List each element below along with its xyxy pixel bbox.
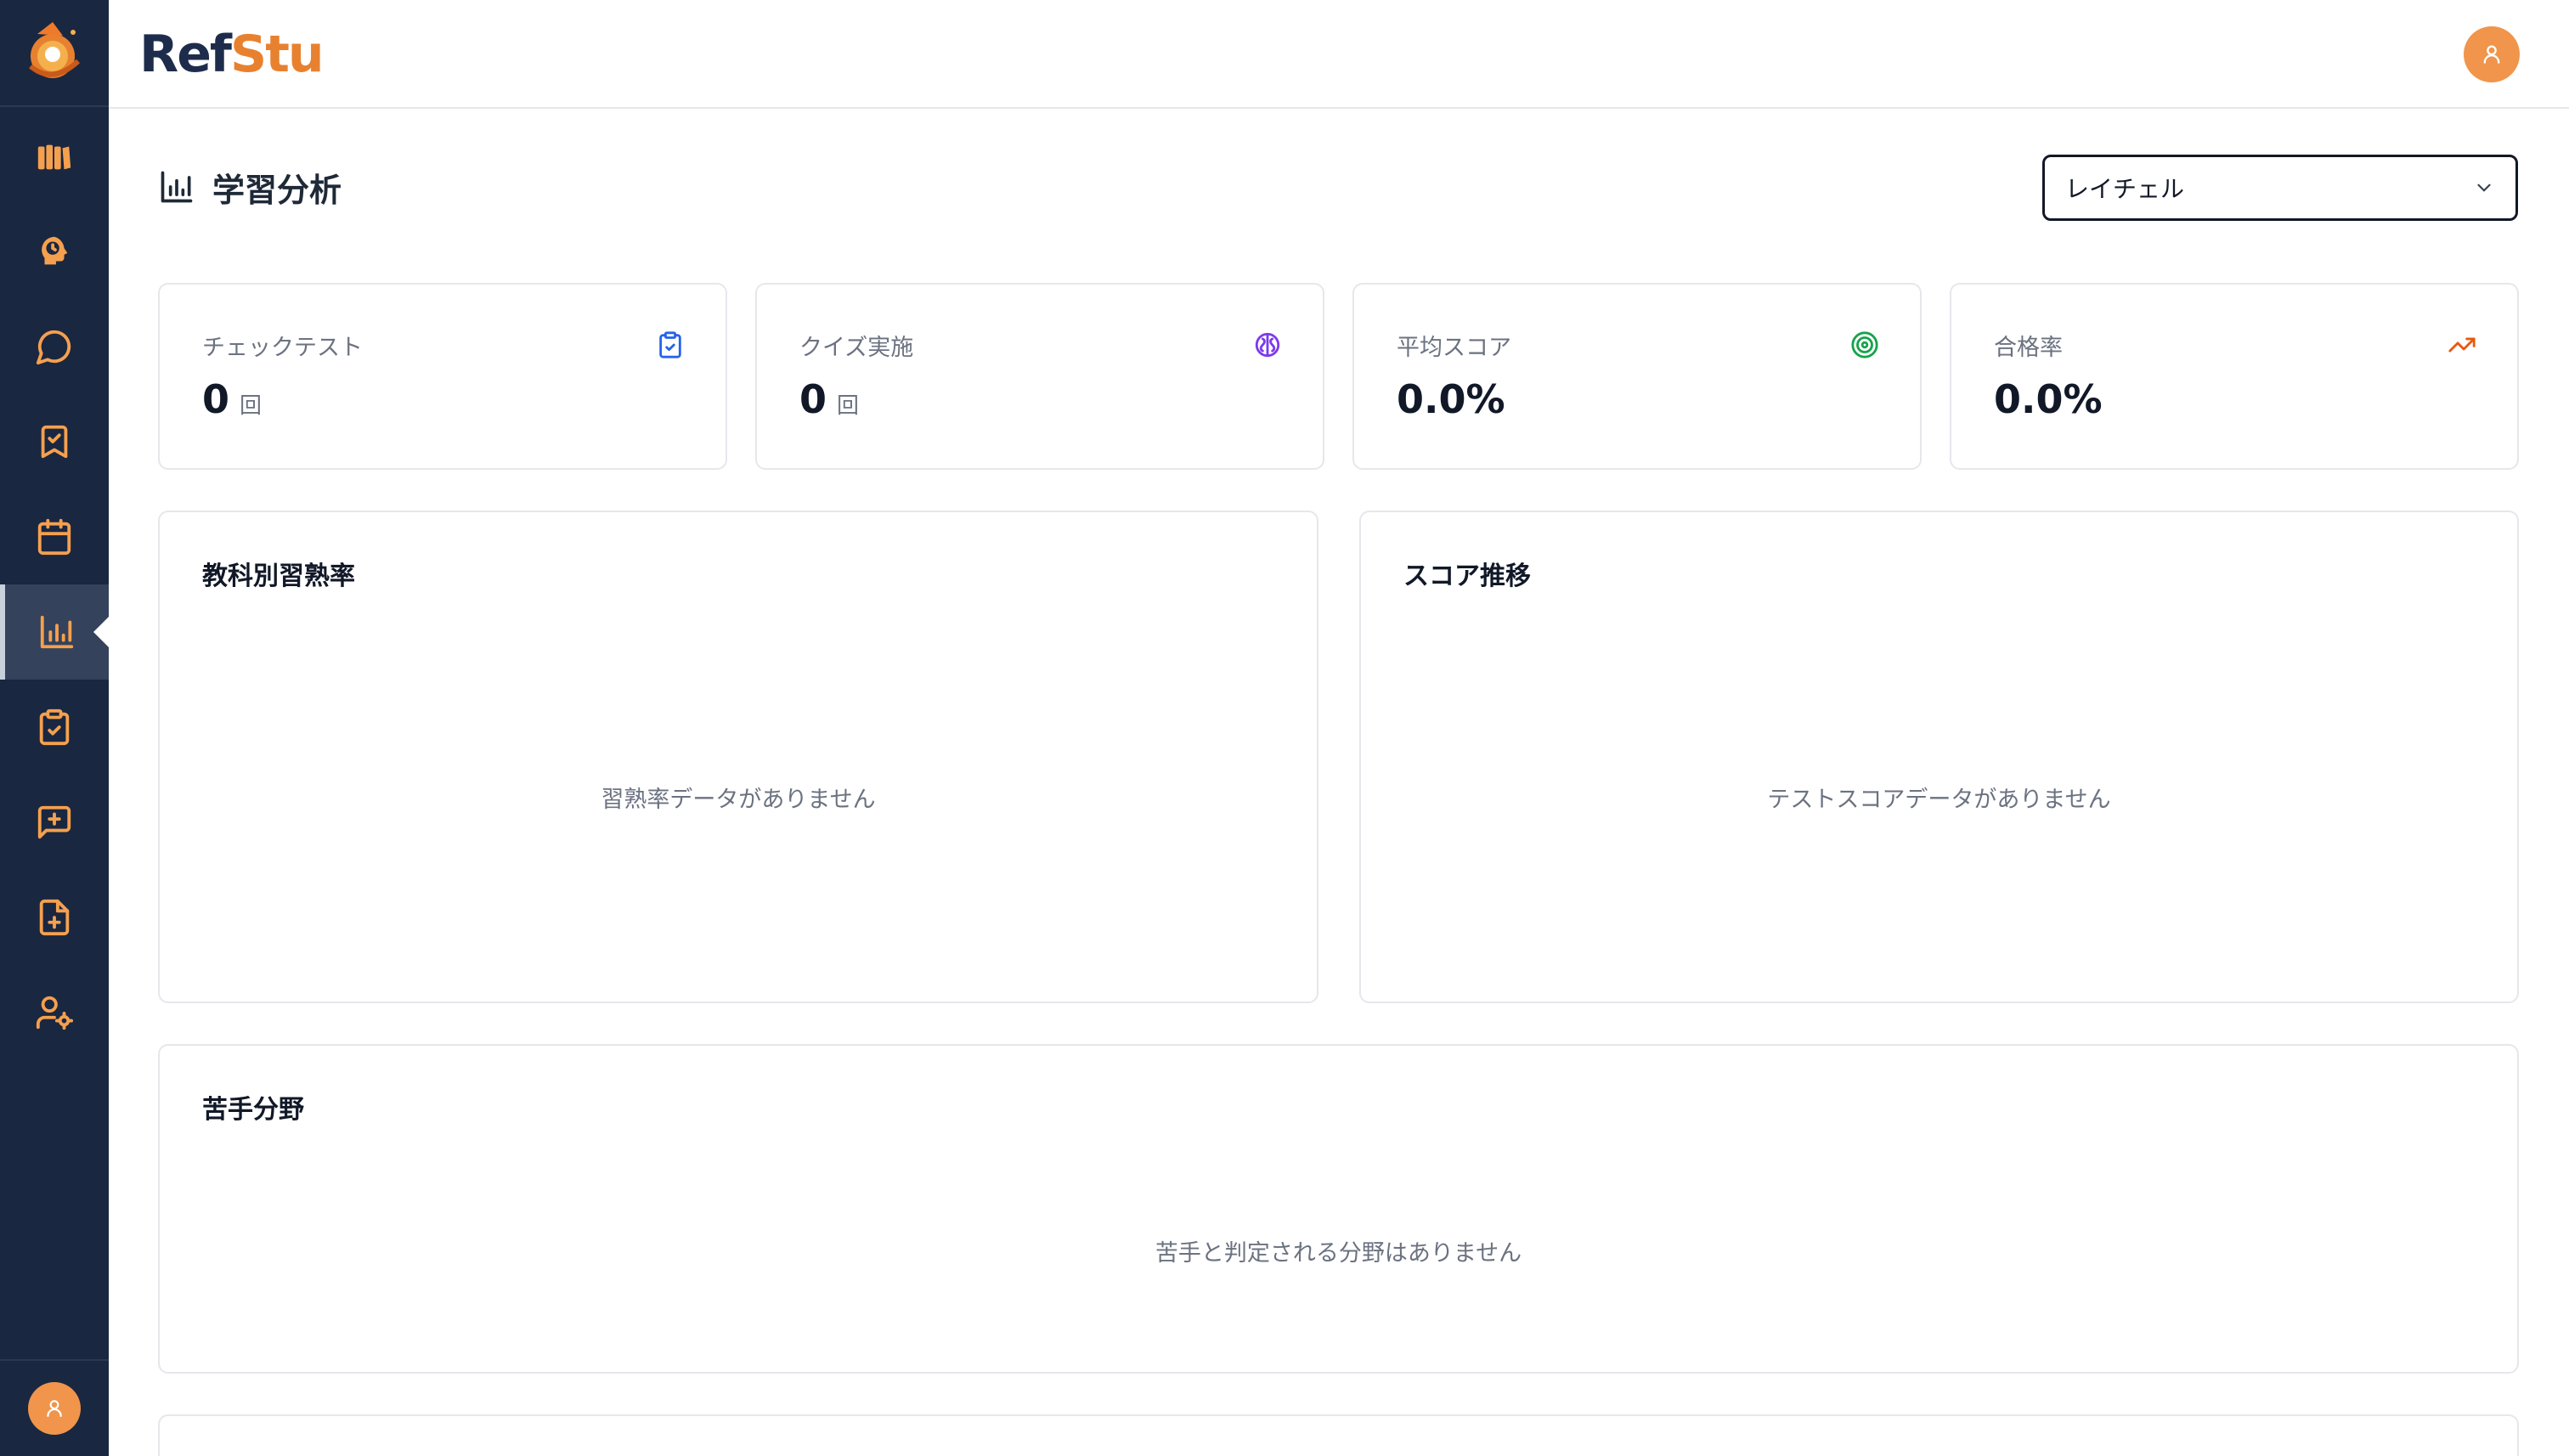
panel-title: 苦手分野 [202, 1095, 304, 1125]
student-select[interactable]: レイチェル [2042, 155, 2518, 221]
weak-areas-panel: 苦手分野 苦手と判定される分野はありません [158, 1044, 2519, 1374]
bar-chart-icon [161, 171, 193, 203]
empty-message: 習熟率データがありません [601, 787, 876, 813]
app-logo[interactable] [0, 0, 109, 107]
stat-label: チェックテスト [202, 335, 363, 361]
brain-clock-icon [42, 236, 68, 265]
sidebar-item-library[interactable] [0, 109, 109, 204]
target-icon [1851, 331, 1878, 358]
sidebar-item-study-time[interactable] [0, 204, 109, 299]
stat-card-average-score: 平均スコア 0.0% [1352, 283, 1922, 470]
score-trend-panel: スコア推移 テストスコアデータがありません [1359, 511, 2519, 1003]
empty-message: 苦手と判定される分野はありません [1155, 1240, 1522, 1267]
panel-title: 教科別習熟率 [202, 562, 355, 591]
stat-value: 0.0% [1994, 376, 2103, 422]
sidebar-item-analytics[interactable] [0, 584, 109, 680]
panel-title: スコア推移 [1403, 562, 1531, 591]
app-logo-icon [29, 22, 81, 78]
sidebar-item-new-file[interactable] [0, 870, 109, 965]
sidebar-item-user-settings[interactable] [0, 965, 109, 1060]
sidebar-user [0, 1359, 109, 1456]
brain-icon [1255, 332, 1280, 358]
stat-card-pass-rate: 合格率 0.0% [1950, 283, 2519, 470]
chat-icon [36, 330, 71, 365]
clipboard-check-icon [659, 331, 681, 358]
message-plus-icon [37, 805, 71, 839]
top-header: RefStu [109, 0, 2569, 109]
trending-up-icon [2448, 337, 2476, 353]
sidebar-item-tests[interactable] [0, 680, 109, 775]
brand-part-ref: Ref [139, 25, 232, 84]
brand-logo[interactable]: RefStu [139, 22, 325, 87]
sidebar [0, 0, 109, 1456]
stat-label: 平均スコア [1397, 335, 1511, 361]
stat-unit: 回 [240, 393, 263, 419]
sidebar-item-new-message[interactable] [0, 775, 109, 870]
stat-label: クイズ実施 [799, 335, 914, 361]
file-plus-icon [39, 899, 70, 936]
student-select-value: レイチェル [2065, 175, 2185, 203]
active-indicator [93, 617, 109, 647]
page-title-text: 学習分析 [212, 171, 342, 209]
bookmark-check-icon [41, 425, 68, 459]
next-panel [158, 1414, 2519, 1456]
user-settings-icon [36, 996, 74, 1030]
stat-card-quizzes: クイズ実施 0回 [755, 283, 1324, 470]
mastery-panel: 教科別習熟率 習熟率データがありません [158, 511, 1318, 1003]
sidebar-avatar[interactable] [28, 1382, 81, 1435]
chevron-down-icon [2477, 183, 2491, 192]
stat-label: 合格率 [1994, 335, 2063, 361]
brand-part-stu: Stu [230, 25, 325, 84]
stat-value: 0 [799, 376, 827, 422]
stat-unit: 回 [837, 393, 860, 419]
stat-value: 0 [202, 376, 230, 422]
sidebar-item-chat[interactable] [0, 299, 109, 394]
page-title: 学習分析 [158, 161, 342, 212]
calendar-icon [37, 518, 71, 556]
sidebar-item-calendar[interactable] [0, 489, 109, 584]
sidebar-item-bookmarks[interactable] [0, 394, 109, 489]
stat-value: 0.0% [1397, 376, 1505, 422]
empty-message: テストスコアデータがありません [1767, 787, 2111, 813]
header-avatar[interactable] [2464, 26, 2520, 82]
user-icon [47, 1400, 62, 1417]
stat-card-check-tests: チェックテスト 0回 [158, 283, 727, 470]
user-icon [2483, 45, 2500, 64]
clipboard-check-icon [39, 708, 70, 746]
library-icon [37, 144, 71, 170]
bar-chart-icon [40, 615, 74, 649]
